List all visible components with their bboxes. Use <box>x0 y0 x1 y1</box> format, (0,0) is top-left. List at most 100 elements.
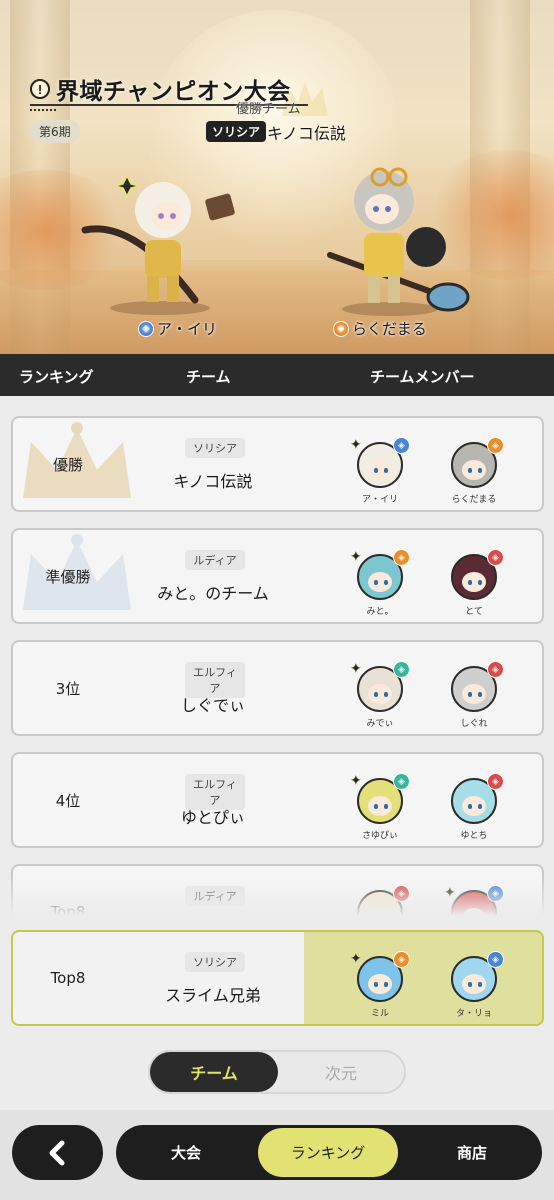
column-ranking: ランキング <box>19 368 94 386</box>
rank-label: Top8 <box>50 969 86 987</box>
team-name: スライム兄弟 <box>165 986 261 1005</box>
avatar-face <box>462 796 486 816</box>
member-name: ゆとち <box>460 831 488 841</box>
member-name: とて <box>465 607 483 617</box>
my-team-row[interactable]: Top8 ソリシアスライム兄弟 ✦ ◈ ミル ◈ タ・リョ <box>11 930 544 1026</box>
bottom-nav: 大会 ランキング 商店 <box>116 1125 542 1180</box>
rank-label: 3位 <box>55 679 81 698</box>
element-icon: ◈ <box>487 773 504 790</box>
champion-character-2 <box>327 167 470 316</box>
column-members: チームメンバー <box>370 368 475 386</box>
avatar-eye <box>384 804 388 809</box>
element-icon: ◈ <box>487 437 504 454</box>
server-badge: ソリシア <box>185 438 245 458</box>
champion-name-text: ア・イリ <box>157 320 218 338</box>
avatar-eye <box>374 804 378 809</box>
hero-banner: ! 界域チャンピオン大会 第6期 優勝チーム ソリシア キノコ伝説 ◈ ア・イリ… <box>0 0 554 354</box>
element-icon: ◈ <box>393 549 410 566</box>
season-badge: 第6期 <box>30 120 80 143</box>
avatar-eye <box>468 982 472 987</box>
avatar-eye <box>468 692 472 697</box>
toggle-dimension[interactable]: 次元 <box>278 1052 404 1092</box>
avatar-face <box>368 796 392 816</box>
member-name: みと。 <box>366 607 394 617</box>
list-fade <box>0 876 554 916</box>
member-name: しぐれ <box>460 719 488 729</box>
avatar-eye <box>478 982 482 987</box>
column-team: チーム <box>186 368 231 386</box>
tab-tournament[interactable]: 大会 <box>116 1125 256 1180</box>
team-name: キノコ伝説 <box>173 472 253 491</box>
tab-shop[interactable]: 商店 <box>402 1125 542 1180</box>
avatar-face <box>462 572 486 592</box>
leader-star-icon: ✦ <box>350 661 362 677</box>
avatar-eye <box>478 804 482 809</box>
team-name: ゆとぴぃ <box>180 808 245 827</box>
server-badge: ソリシア <box>185 952 245 972</box>
champion-team-name: キノコ伝説 <box>267 124 346 143</box>
member-name: みでぃ <box>366 719 394 729</box>
member-name: らくだまる <box>451 495 497 505</box>
member-name: さゆぴぃ <box>361 831 398 841</box>
view-toggle[interactable]: チーム 次元 <box>148 1050 406 1094</box>
avatar-face <box>368 572 392 592</box>
champion-name-1: ◈ ア・イリ <box>138 318 217 339</box>
team-name: みと。のチーム <box>157 584 269 603</box>
element-icon: ◈ <box>487 951 504 968</box>
fire-element-icon: ◈ <box>333 320 349 337</box>
avatar-eye <box>478 580 482 585</box>
avatar-eye <box>384 468 388 473</box>
water-element-icon: ◈ <box>138 320 154 337</box>
avatar-eye <box>478 468 482 473</box>
avatar-eye <box>374 692 378 697</box>
avatar-face <box>368 684 392 704</box>
ranking-row[interactable]: 3位 エルフィア しぐでぃ ✦ ◈ みでぃ ◈ しぐれ <box>11 640 544 736</box>
leader-star-icon: ✦ <box>350 437 362 453</box>
champion-character-1 <box>81 174 235 315</box>
back-button[interactable] <box>12 1125 103 1180</box>
avatar-face <box>462 684 486 704</box>
avatar-eye <box>384 580 388 585</box>
leader-star-icon: ✦ <box>350 773 362 789</box>
element-icon: ◈ <box>487 549 504 566</box>
ranking-list[interactable]: 優勝 ソリシアキノコ伝説 ✦ ◈ ア・イリ ◈ らくだまる準優勝 ルディアみと。のチーム ✦ ◈ み… <box>0 396 554 916</box>
avatar-eye <box>374 982 378 987</box>
avatar-eye <box>384 982 388 987</box>
ranking-row[interactable]: 4位 エルフィア ゆとぴぃ ✦ ◈ さゆぴぃ ◈ ゆとち <box>11 752 544 848</box>
tab-ranking[interactable]: ランキング <box>258 1128 398 1177</box>
champion-name-text: らくだまる <box>352 320 427 338</box>
avatar-eye <box>374 468 378 473</box>
toggle-team[interactable]: チーム <box>150 1052 278 1092</box>
member-name: ミル <box>370 1009 389 1019</box>
champion-team-label: 優勝チーム <box>236 102 301 117</box>
member-name: タ・リョ <box>455 1009 492 1019</box>
server-badge: ルディア <box>185 550 245 570</box>
champion-name-2: ◈ らくだまる <box>333 318 427 339</box>
avatar-eye <box>468 580 472 585</box>
team-name: しぐでぃ <box>180 696 246 715</box>
ranking-row[interactable]: 準優勝 ルディア みと。のチーム ✦ ◈ みと。 ◈ とて <box>11 528 544 624</box>
avatar-eye <box>468 468 472 473</box>
chevron-left-icon <box>49 1140 64 1165</box>
leader-star-icon: ✦ <box>350 951 362 967</box>
avatar-eye <box>384 692 388 697</box>
rank-label: 4位 <box>55 791 81 810</box>
avatar-face <box>368 460 392 480</box>
element-icon: ◈ <box>393 437 410 454</box>
element-icon: ◈ <box>393 951 410 968</box>
info-icon[interactable]: ! <box>30 79 50 99</box>
rank-label: 準優勝 <box>45 567 91 586</box>
avatar-eye <box>374 580 378 585</box>
element-icon: ◈ <box>487 661 504 678</box>
member-name: ア・イリ <box>361 495 398 505</box>
title-dots <box>30 109 56 111</box>
avatar-face <box>462 974 486 994</box>
avatar-eye <box>468 804 472 809</box>
avatar-face <box>462 460 486 480</box>
rank-label: 優勝 <box>52 455 83 474</box>
avatar-eye <box>478 692 482 697</box>
champion-server-badge: ソリシア <box>206 121 267 142</box>
ranking-row[interactable]: 優勝 ソリシアキノコ伝説 ✦ ◈ ア・イリ ◈ らくだまる <box>11 416 544 512</box>
avatar-face <box>368 974 392 994</box>
element-icon: ◈ <box>393 773 410 790</box>
